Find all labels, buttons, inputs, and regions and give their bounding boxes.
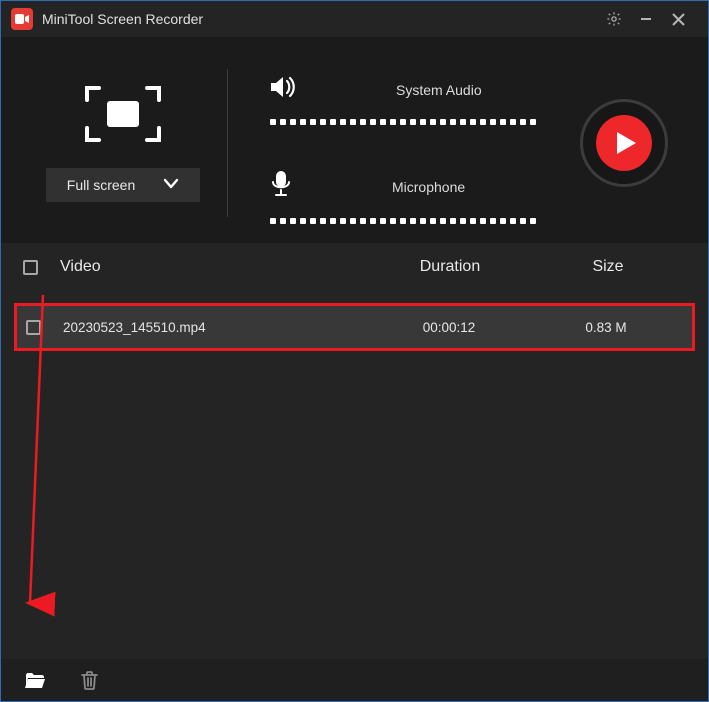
system-audio-row: System Audio: [270, 76, 564, 125]
row-size: 0.83 M: [529, 320, 683, 335]
titlebar: MiniTool Screen Recorder: [1, 1, 708, 37]
recordings-header: Video Duration Size: [1, 243, 708, 291]
delete-button[interactable]: [77, 668, 101, 692]
select-all-checkbox[interactable]: [23, 260, 38, 275]
column-video: Video: [60, 258, 370, 276]
microphone-level[interactable]: [270, 218, 540, 224]
minimize-button[interactable]: [630, 3, 662, 35]
settings-button[interactable]: [598, 3, 630, 35]
close-button[interactable]: [662, 3, 694, 35]
app-logo-icon: [11, 8, 33, 30]
chevron-down-icon: [163, 177, 179, 193]
system-audio-label: System Audio: [396, 82, 482, 98]
recording-row[interactable]: 20230523_145510.mp4 00:00:12 0.83 M: [14, 303, 695, 351]
app-title: MiniTool Screen Recorder: [42, 11, 598, 27]
record-button[interactable]: [580, 99, 668, 187]
divider: [227, 69, 228, 217]
app-window: MiniTool Screen Recorder: [0, 0, 709, 702]
region-mode-dropdown[interactable]: Full screen: [46, 168, 200, 202]
column-size: Size: [530, 258, 686, 276]
row-checkbox[interactable]: [26, 320, 41, 335]
play-icon: [596, 115, 652, 171]
record-section: [564, 55, 684, 231]
controls-panel: Full screen System Audio: [1, 37, 708, 243]
microphone-label: Microphone: [392, 179, 465, 195]
region-select-icon[interactable]: [83, 84, 163, 144]
recordings-list: 20230523_145510.mp4 00:00:12 0.83 M: [1, 291, 708, 659]
microphone-icon[interactable]: [270, 171, 292, 202]
column-duration: Duration: [370, 258, 530, 276]
region-mode-label: Full screen: [67, 177, 135, 193]
microphone-row: Microphone: [270, 171, 564, 224]
system-audio-level[interactable]: [270, 119, 540, 125]
audio-section: System Audio Microph: [234, 55, 564, 231]
speaker-icon[interactable]: [270, 76, 296, 103]
row-filename: 20230523_145510.mp4: [63, 320, 369, 335]
capture-region-section: Full screen: [25, 55, 221, 231]
bottom-toolbar: [1, 659, 708, 701]
open-folder-button[interactable]: [23, 668, 47, 692]
row-duration: 00:00:12: [369, 320, 529, 335]
